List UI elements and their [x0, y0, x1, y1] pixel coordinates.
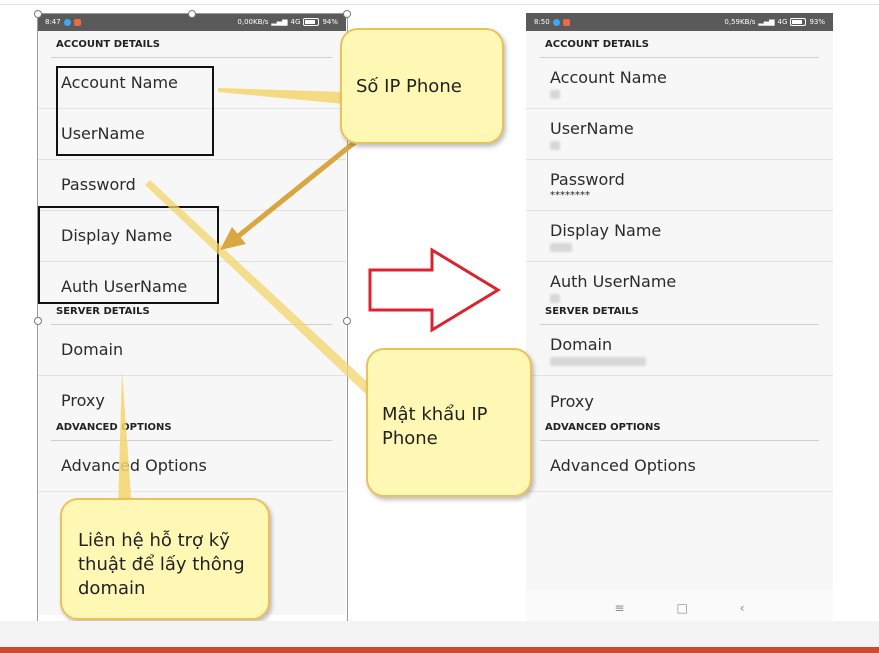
- callout-text-line3: domain: [78, 578, 146, 599]
- callout-text-line2: Phone: [382, 428, 438, 449]
- gold-arrow-shaft: [234, 140, 357, 240]
- callout-text-line1: Mật khẩu IP: [382, 404, 488, 425]
- callout-ip-phone-number: Số IP Phone: [340, 28, 504, 144]
- callout-ip-phone-password: Mật khẩu IP Phone: [366, 348, 532, 497]
- red-arrow-outline: [368, 247, 501, 333]
- callout-domain-support: Liên hệ hỗ trợ kỹ thuật để lấy thông dom…: [60, 498, 270, 620]
- callout-pointer-domain: [118, 370, 132, 510]
- app-status-bar: [0, 621, 879, 653]
- callout-text-line2: thuật để lấy thông: [78, 554, 245, 575]
- callout-pointer-ip-number: [218, 88, 345, 104]
- taskbar-strip: [0, 647, 879, 653]
- callout-text: Số IP Phone: [356, 76, 462, 97]
- callout-text-line1: Liên hệ hỗ trợ kỹ: [78, 530, 230, 551]
- callout-pointer-password: [145, 180, 376, 398]
